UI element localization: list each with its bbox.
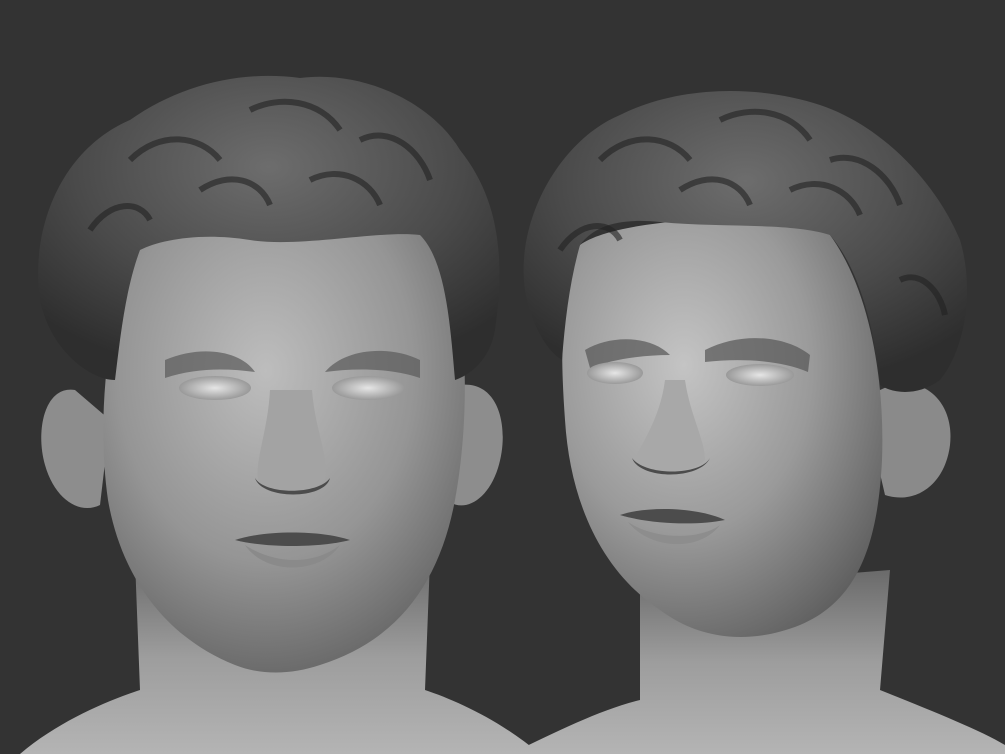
- viewport: [0, 0, 1005, 754]
- sculpt-render: [0, 0, 1005, 754]
